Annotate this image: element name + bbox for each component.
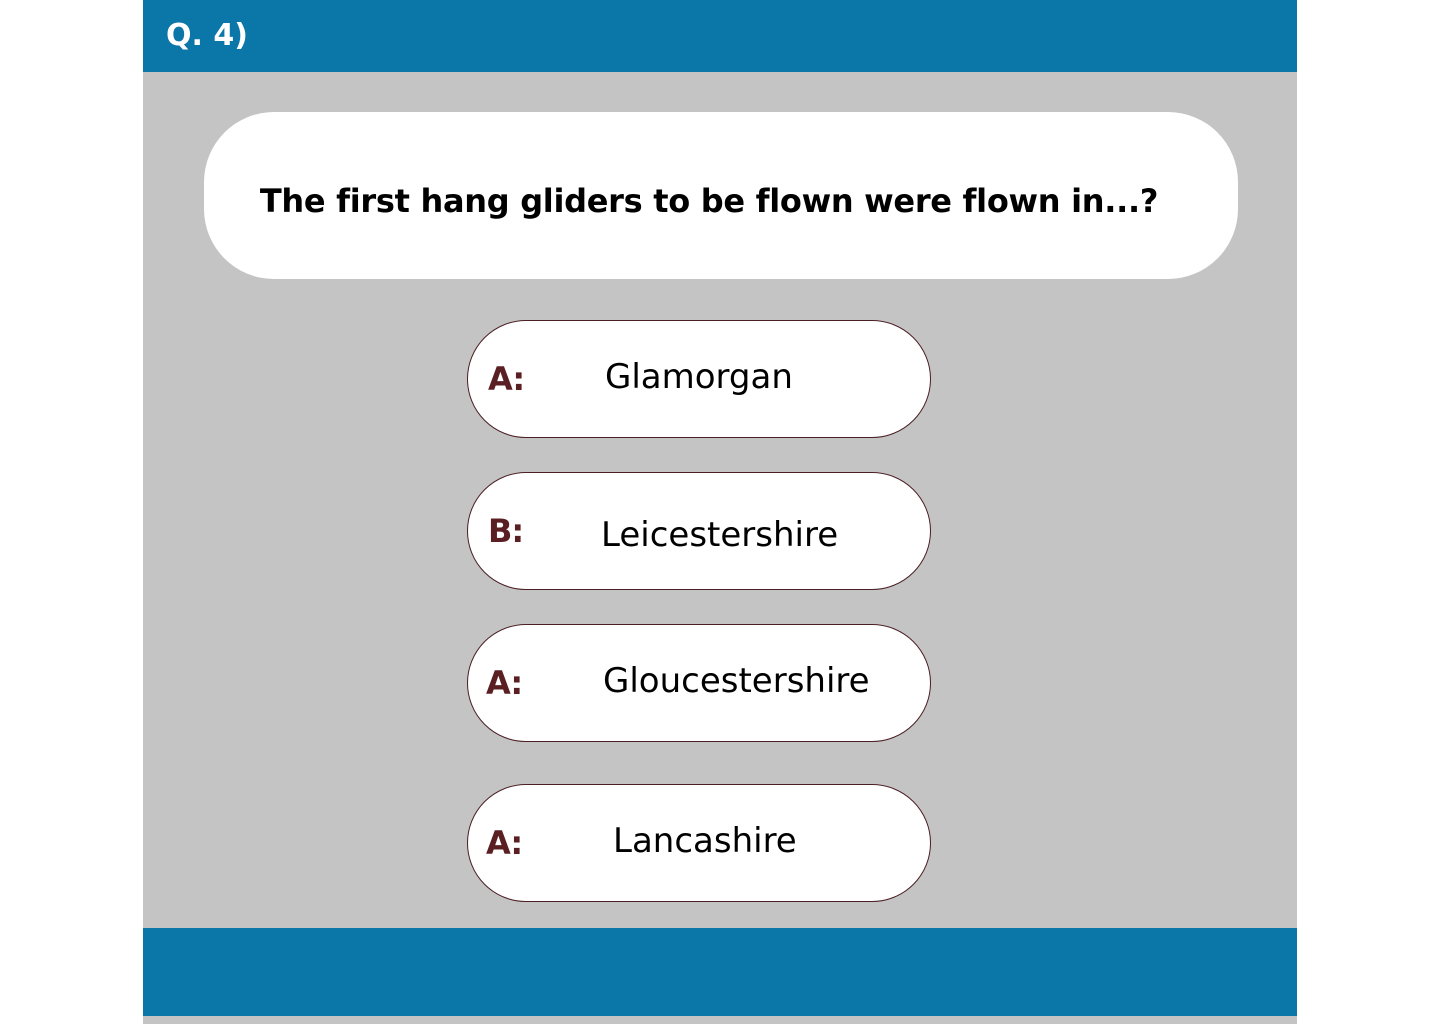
quiz-header: Q. 4) <box>143 0 1297 72</box>
answer-option-2[interactable]: B: Leicestershire <box>467 472 931 590</box>
answer-option-3[interactable]: A: Gloucestershire <box>467 624 931 742</box>
answer-letter: B: <box>488 512 524 550</box>
answer-letter: A: <box>486 664 523 702</box>
question-card: The first hang gliders to be flown were … <box>204 112 1238 279</box>
quiz-footer <box>143 928 1297 1016</box>
answer-option-1[interactable]: A: Glamorgan <box>467 320 931 438</box>
answer-text: Lancashire <box>613 821 797 861</box>
answer-text: Gloucestershire <box>603 661 870 701</box>
quiz-page: Q. 4) The first hang gliders to be flown… <box>143 0 1297 1024</box>
answer-option-4[interactable]: A: Lancashire <box>467 784 931 902</box>
answer-letter: A: <box>488 360 525 398</box>
question-number: Q. 4) <box>166 18 248 53</box>
answer-text: Glamorgan <box>605 357 793 397</box>
answer-letter: A: <box>486 824 523 862</box>
question-text: The first hang gliders to be flown were … <box>259 181 1159 220</box>
answer-text: Leicestershire <box>601 515 839 555</box>
